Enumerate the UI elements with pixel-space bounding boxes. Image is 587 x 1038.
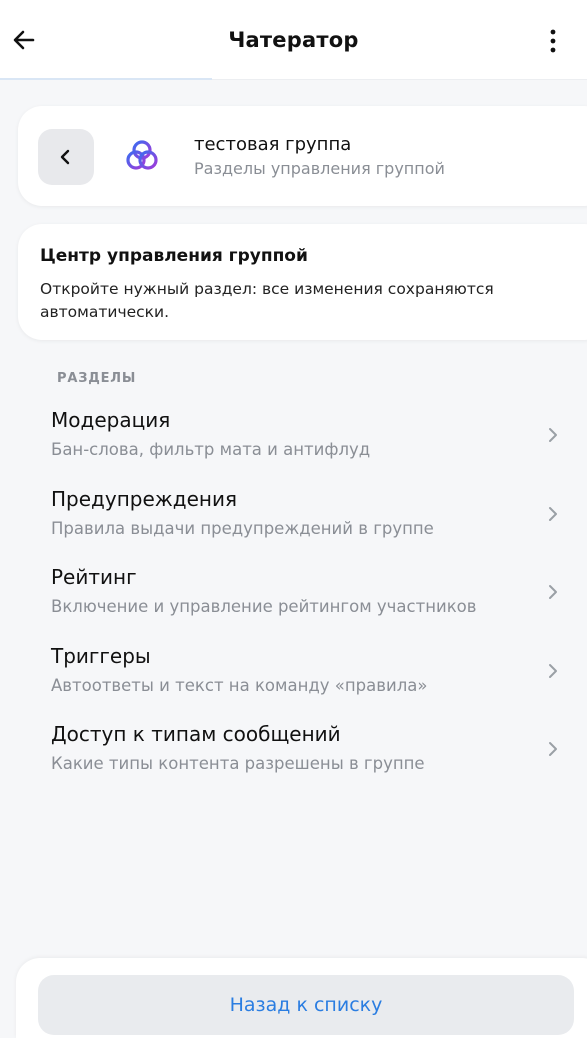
menu-item-title: Триггеры (51, 644, 151, 668)
chevron-right-icon (549, 742, 557, 756)
menu-item-triggers[interactable]: Триггеры Автоответы и текст на команду «… (30, 636, 570, 708)
menu-item-title: Доступ к типам сообщений (51, 722, 341, 746)
chevron-right-icon (549, 507, 557, 521)
menu-item-description: Включение и управление рейтингом участни… (51, 597, 477, 616)
menu-item-rating[interactable]: Рейтинг Включение и управление рейтингом… (30, 557, 570, 629)
menu-item-title: Модерация (51, 408, 171, 432)
group-logo-icon (126, 140, 158, 170)
group-card: тестовая группа Разделы управления групп… (18, 106, 587, 206)
menu-item-moderation[interactable]: Модерация Бан-слова, фильтр мата и антиф… (30, 400, 570, 472)
chevron-right-icon (549, 664, 557, 678)
info-card-title: Центр управления группой (40, 246, 308, 266)
menu-item-title: Рейтинг (51, 565, 137, 589)
info-card: Центр управления группой Откройте нужный… (18, 224, 587, 340)
more-vertical-icon[interactable] (543, 26, 563, 56)
app-title: Чатератор (228, 28, 359, 52)
group-name: тестовая группа (194, 134, 352, 155)
chevron-right-icon (549, 585, 557, 599)
chevron-right-icon (549, 428, 557, 442)
loading-progress-bar (0, 78, 212, 80)
menu-item-message-types[interactable]: Доступ к типам сообщений Какие типы конт… (30, 714, 570, 786)
top-app-bar: Чатератор (0, 0, 587, 80)
chevron-left-icon (60, 149, 70, 165)
bottom-panel: Назад к списку (16, 958, 587, 1038)
back-to-list-button[interactable]: Назад к списку (38, 975, 574, 1035)
menu-item-title: Предупреждения (51, 487, 238, 511)
menu-item-description: Правила выдачи предупреждений в группе (51, 519, 434, 538)
group-back-button[interactable] (38, 129, 94, 185)
menu-item-description: Бан-слова, фильтр мата и антифлуд (51, 440, 371, 459)
menu-item-description: Какие типы контента разрешены в группе (51, 754, 425, 773)
menu-item-warnings[interactable]: Предупреждения Правила выдачи предупрежд… (30, 479, 570, 551)
sections-label: РАЗДЕЛЫ (57, 371, 137, 386)
info-card-text: Откройте нужный раздел: все изменения со… (40, 280, 494, 321)
menu-item-description: Автоответы и текст на команду «правила» (51, 676, 428, 695)
group-subtitle: Разделы управления группой (194, 159, 445, 178)
